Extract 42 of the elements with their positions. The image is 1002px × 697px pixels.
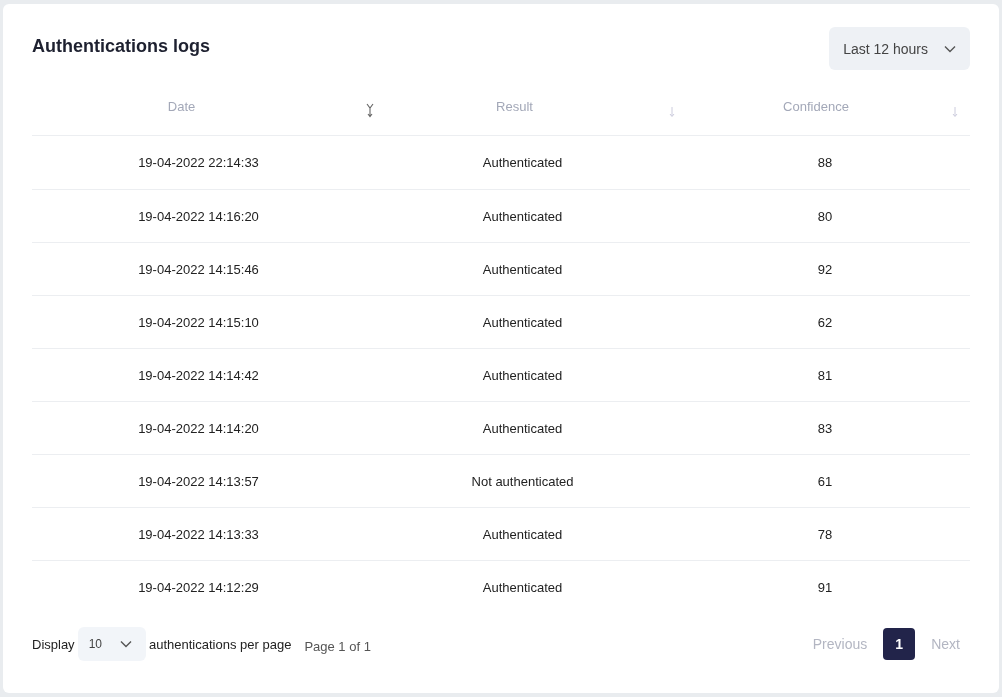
table-cell: 83 <box>817 420 833 436</box>
table-cell: Authenticated <box>482 420 563 436</box>
chevron-down-icon <box>120 640 132 648</box>
column-header[interactable]: Result <box>496 99 533 114</box>
table-cell: Authenticated <box>482 155 563 170</box>
column-header[interactable]: Date <box>167 99 196 114</box>
table-cell: Authenticated <box>482 367 563 383</box>
table-cell: Authenticated <box>482 314 563 330</box>
table-cell: 19-04-2022 14:15:46 <box>138 261 259 277</box>
display-label: Display <box>32 636 75 652</box>
page-button[interactable]: 1 <box>883 628 916 660</box>
table-cell: 19-04-2022 14:13:33 <box>138 526 259 542</box>
next-button[interactable]: Next <box>921 636 970 652</box>
page-title: Authentications logs <box>32 36 210 57</box>
time-range-dropdown[interactable]: Last 12 hours <box>829 27 970 70</box>
table-cell: 19-04-2022 14:14:42 <box>138 367 259 383</box>
table-cell: Not authenticated <box>471 473 574 489</box>
table-cell: 62 <box>817 314 833 330</box>
table-cell: Authenticated <box>482 579 563 595</box>
table-cell: Authenticated <box>482 208 563 224</box>
table-cell: 91 <box>817 579 833 595</box>
page-size-dropdown[interactable]: 10 <box>77 627 146 661</box>
table-cell: 61 <box>817 473 833 489</box>
chevron-down-icon <box>944 44 956 53</box>
table-cell: 80 <box>817 208 833 224</box>
table-cell: 78 <box>817 526 833 542</box>
table-cell: 19-04-2022 14:14:20 <box>138 420 259 436</box>
table-cell: Authenticated <box>482 526 563 542</box>
table-cell: 19-04-2022 14:15:10 <box>138 314 259 330</box>
table-cell: 19-04-2022 22:14:33 <box>138 155 259 170</box>
page-info: Page 1 of 1 <box>304 638 371 654</box>
table-cell: 19-04-2022 14:12:29 <box>138 579 259 595</box>
per-page-label: authentications per page <box>149 636 292 652</box>
table-cell: 19-04-2022 14:13:57 <box>138 473 259 489</box>
sort-icon[interactable] <box>365 102 375 118</box>
table-cell: 88 <box>817 155 833 170</box>
previous-button[interactable]: Previous <box>802 636 878 652</box>
table-cell: Authenticated <box>482 261 563 277</box>
table-cell: 19-04-2022 14:16:20 <box>138 208 259 224</box>
table-cell: 81 <box>817 367 833 383</box>
column-header[interactable]: Confidence <box>783 99 849 114</box>
table-cell: 92 <box>817 261 833 277</box>
